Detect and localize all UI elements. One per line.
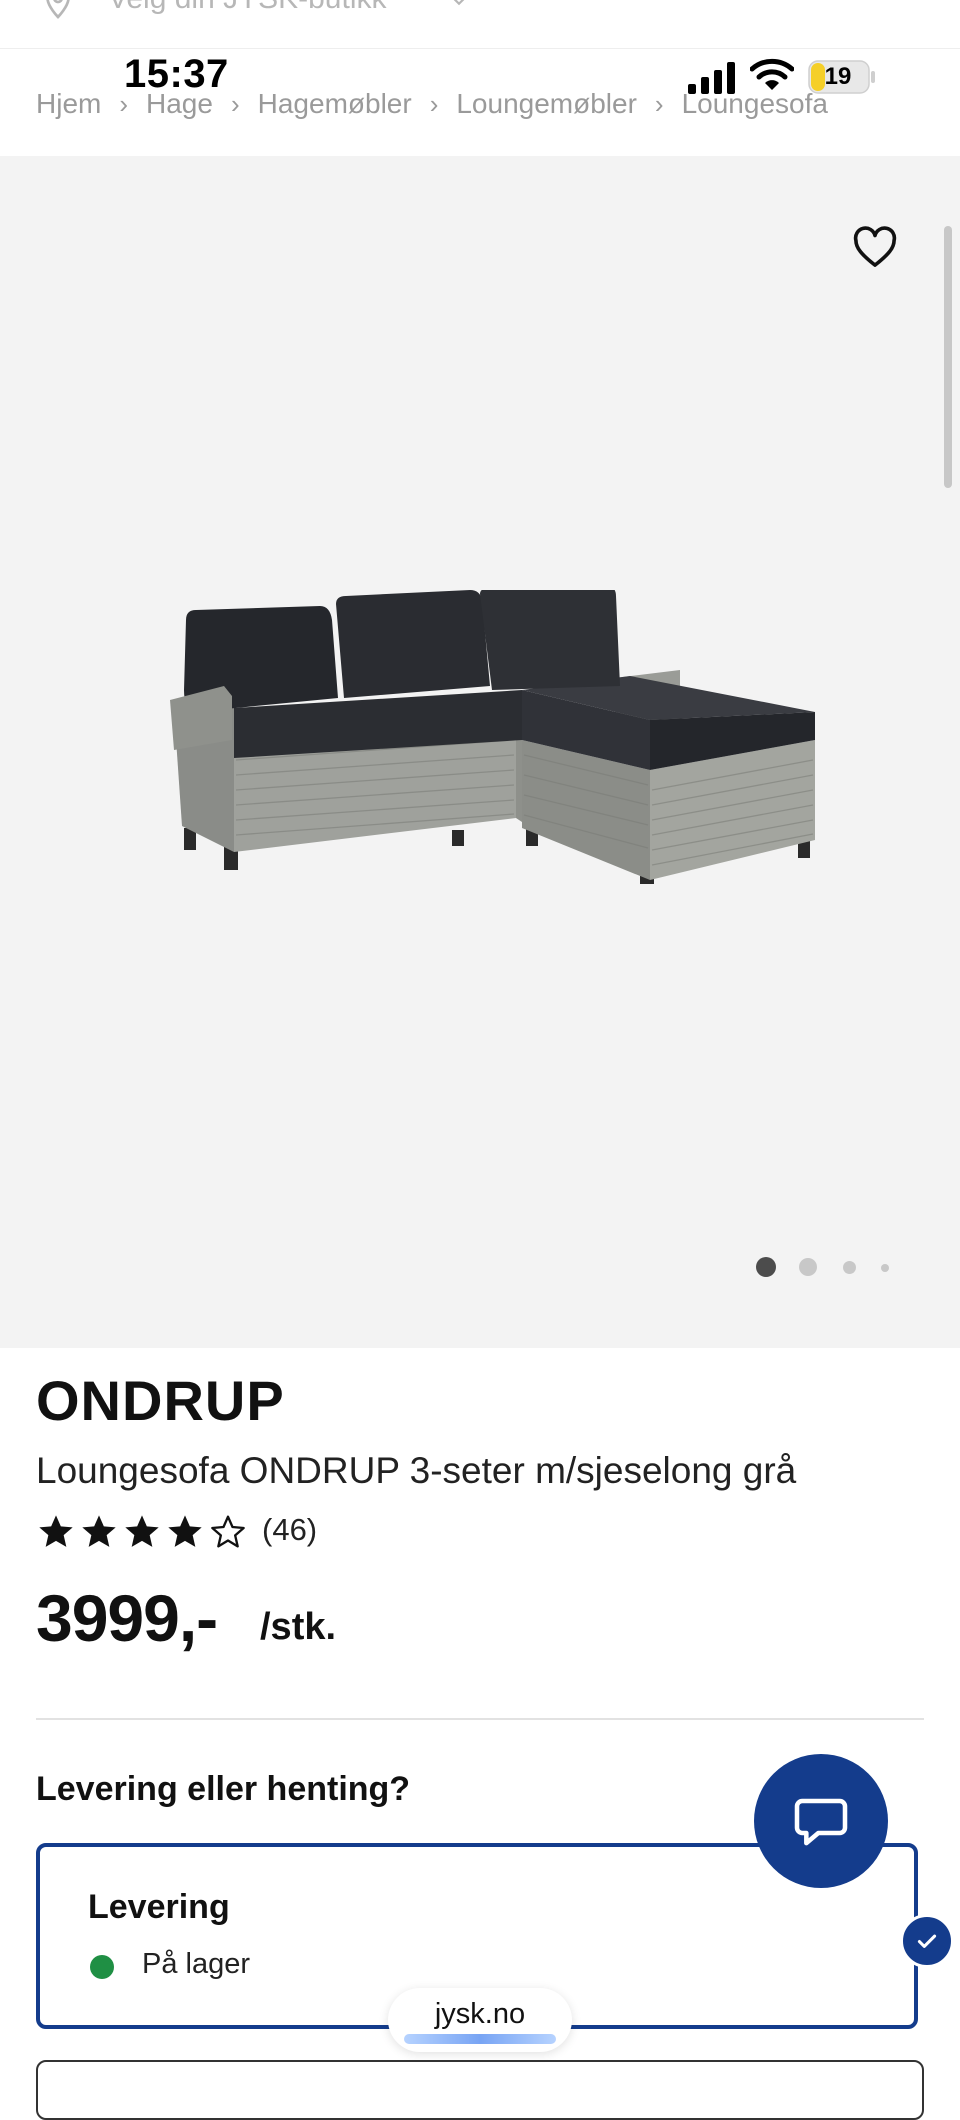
delivery-option-title: Levering [88, 1888, 230, 1926]
stock-status-dot [90, 1955, 114, 1979]
url-loading-indicator [404, 2034, 556, 2044]
gallery-dot-2[interactable] [799, 1258, 817, 1276]
browser-url-text[interactable]: jysk.no [388, 1998, 572, 2031]
rating-stars[interactable] [36, 1512, 248, 1552]
product-name: Loungesofa ONDRUP 3-seter m/sjeselong gr… [36, 1450, 797, 1491]
star-empty-icon [211, 1515, 245, 1548]
breadcrumb-garden[interactable]: Hage [146, 88, 213, 120]
sofa-product-image [170, 590, 815, 884]
product-brand: ONDRUP [36, 1369, 285, 1432]
gallery-dot-4[interactable] [881, 1264, 889, 1272]
price-unit: /stk. [260, 1606, 337, 1648]
breadcrumb-separator: › [119, 88, 129, 119]
breadcrumb-garden-furniture[interactable]: Hagemøbler [258, 88, 412, 120]
breadcrumb-lounge-furniture[interactable]: Loungemøbler [456, 88, 637, 120]
scrollbar-thumb[interactable] [944, 226, 952, 488]
star-filled-icon [125, 1515, 159, 1547]
gallery-dot-3[interactable] [843, 1261, 856, 1274]
chevron-down-icon [453, 0, 465, 6]
breadcrumb-separator: › [230, 88, 240, 119]
star-filled-icon [39, 1515, 73, 1547]
star-filled-icon [82, 1515, 116, 1547]
chat-button[interactable] [754, 1754, 888, 1888]
review-count[interactable]: (46) [262, 1512, 317, 1548]
star-filled-icon [168, 1515, 202, 1547]
delivery-question-heading: Levering eller henting? [36, 1770, 411, 1808]
stock-status-text: På lager [142, 1948, 251, 1980]
chat-bubble-icon [794, 1798, 848, 1846]
breadcrumb-lounge-sofa[interactable]: Loungesofa [682, 88, 828, 120]
section-divider [36, 1718, 924, 1720]
breadcrumb-separator: › [654, 88, 664, 119]
heart-icon[interactable] [852, 226, 898, 268]
location-pin-icon [46, 0, 70, 19]
product-price: 3999,- [36, 1581, 218, 1655]
gallery-dot-1[interactable] [756, 1257, 776, 1277]
breadcrumb-home[interactable]: Hjem [36, 88, 101, 120]
pickup-option-card[interactable] [36, 2060, 924, 2120]
breadcrumb-separator: › [429, 88, 439, 119]
store-selector-label[interactable]: Velg din JYSK-butikk [108, 0, 386, 16]
selected-check-icon [900, 1914, 954, 1968]
breadcrumb: Hjem › Hage › Hagemøbler › Loungemøbler … [36, 84, 828, 124]
